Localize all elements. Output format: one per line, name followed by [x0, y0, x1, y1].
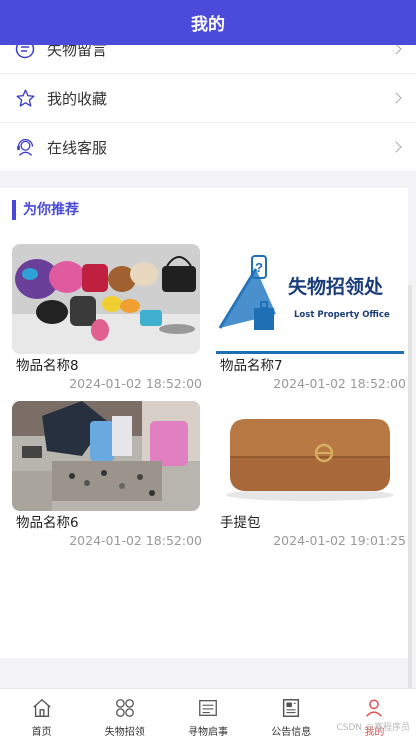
recommend-card[interactable]: 物品名称6 2024-01-02 18:52:00: [12, 401, 202, 548]
watermark: CSDN @赛程序员: [336, 723, 410, 733]
tab-label: 首页: [31, 727, 52, 738]
menu-item-lost-message[interactable]: 失物留言: [0, 45, 416, 74]
scrollbar[interactable]: [408, 285, 412, 688]
item-time: 2024-01-02 19:01:25: [273, 533, 406, 548]
recommend-card[interactable]: 物品名称8 2024-01-02 18:52:00: [12, 244, 202, 391]
chevron-right-icon: [390, 45, 402, 55]
item-name: 手提包: [220, 515, 261, 531]
home-icon: [30, 696, 54, 720]
tab-label: 失物招领: [104, 727, 145, 738]
news-icon: [279, 696, 303, 720]
tab-announcement[interactable]: 公告信息: [250, 689, 333, 738]
tab-lost-found[interactable]: 失物招领: [83, 689, 166, 738]
section-title: 为你推荐: [12, 200, 79, 220]
item-name: 物品名称8: [16, 358, 79, 374]
item-name: 物品名称7: [220, 358, 283, 374]
tab-home[interactable]: 首页: [0, 689, 83, 738]
menu-item-label: 在线客服: [47, 138, 108, 157]
content-scroll-area[interactable]: 失物留言 我的收藏 在线客服 为你推荐 物品名称8 2024-01-02 18:…: [0, 45, 416, 688]
grid-icon: [113, 696, 137, 720]
tab-label: 寻物启事: [188, 727, 228, 738]
item-name: 物品名称6: [16, 515, 79, 531]
page-header: 我的: [0, 0, 416, 45]
sign-title: 失物招领处: [288, 276, 384, 298]
chevron-right-icon: [390, 141, 402, 153]
recommend-card[interactable]: 手提包 2024-01-02 19:01:25: [216, 401, 406, 548]
tab-label: 公告信息: [271, 727, 312, 738]
user-icon: [362, 696, 386, 720]
menu-item-label: 失物留言: [47, 45, 108, 59]
menu-item-customer-service[interactable]: 在线客服: [0, 123, 416, 172]
page-title: 我的: [191, 15, 225, 35]
recommend-card[interactable]: ? 失物招领处 Lost Property Office 物品名称7 2024-…: [216, 244, 406, 391]
item-time: 2024-01-02 18:52:00: [69, 376, 202, 391]
sign-subtitle: Lost Property Office: [294, 310, 390, 320]
svg-text:?: ?: [255, 260, 263, 275]
menu-list: 失物留言 我的收藏 在线客服: [0, 45, 416, 172]
menu-item-favorites[interactable]: 我的收藏: [0, 74, 416, 123]
notice-icon: [196, 696, 220, 720]
item-time: 2024-01-02 18:52:00: [273, 376, 406, 391]
star-icon: [14, 87, 36, 109]
brown-wallet-photo: [216, 401, 404, 511]
lost-items-pile-photo: [12, 401, 200, 511]
recommend-section: 为你推荐 物品名称8 2024-01-02 18:52:00 ? 失物招领处 L…: [0, 188, 408, 658]
message-icon: [14, 45, 36, 60]
lost-items-photo: [12, 244, 200, 354]
lost-property-office-sign: ? 失物招领处 Lost Property Office: [216, 244, 404, 354]
item-time: 2024-01-02 18:52:00: [69, 533, 202, 548]
menu-item-label: 我的收藏: [47, 89, 108, 108]
tab-search-notice[interactable]: 寻物启事: [166, 689, 249, 738]
chevron-right-icon: [390, 92, 402, 104]
customer-service-icon: [14, 136, 36, 158]
